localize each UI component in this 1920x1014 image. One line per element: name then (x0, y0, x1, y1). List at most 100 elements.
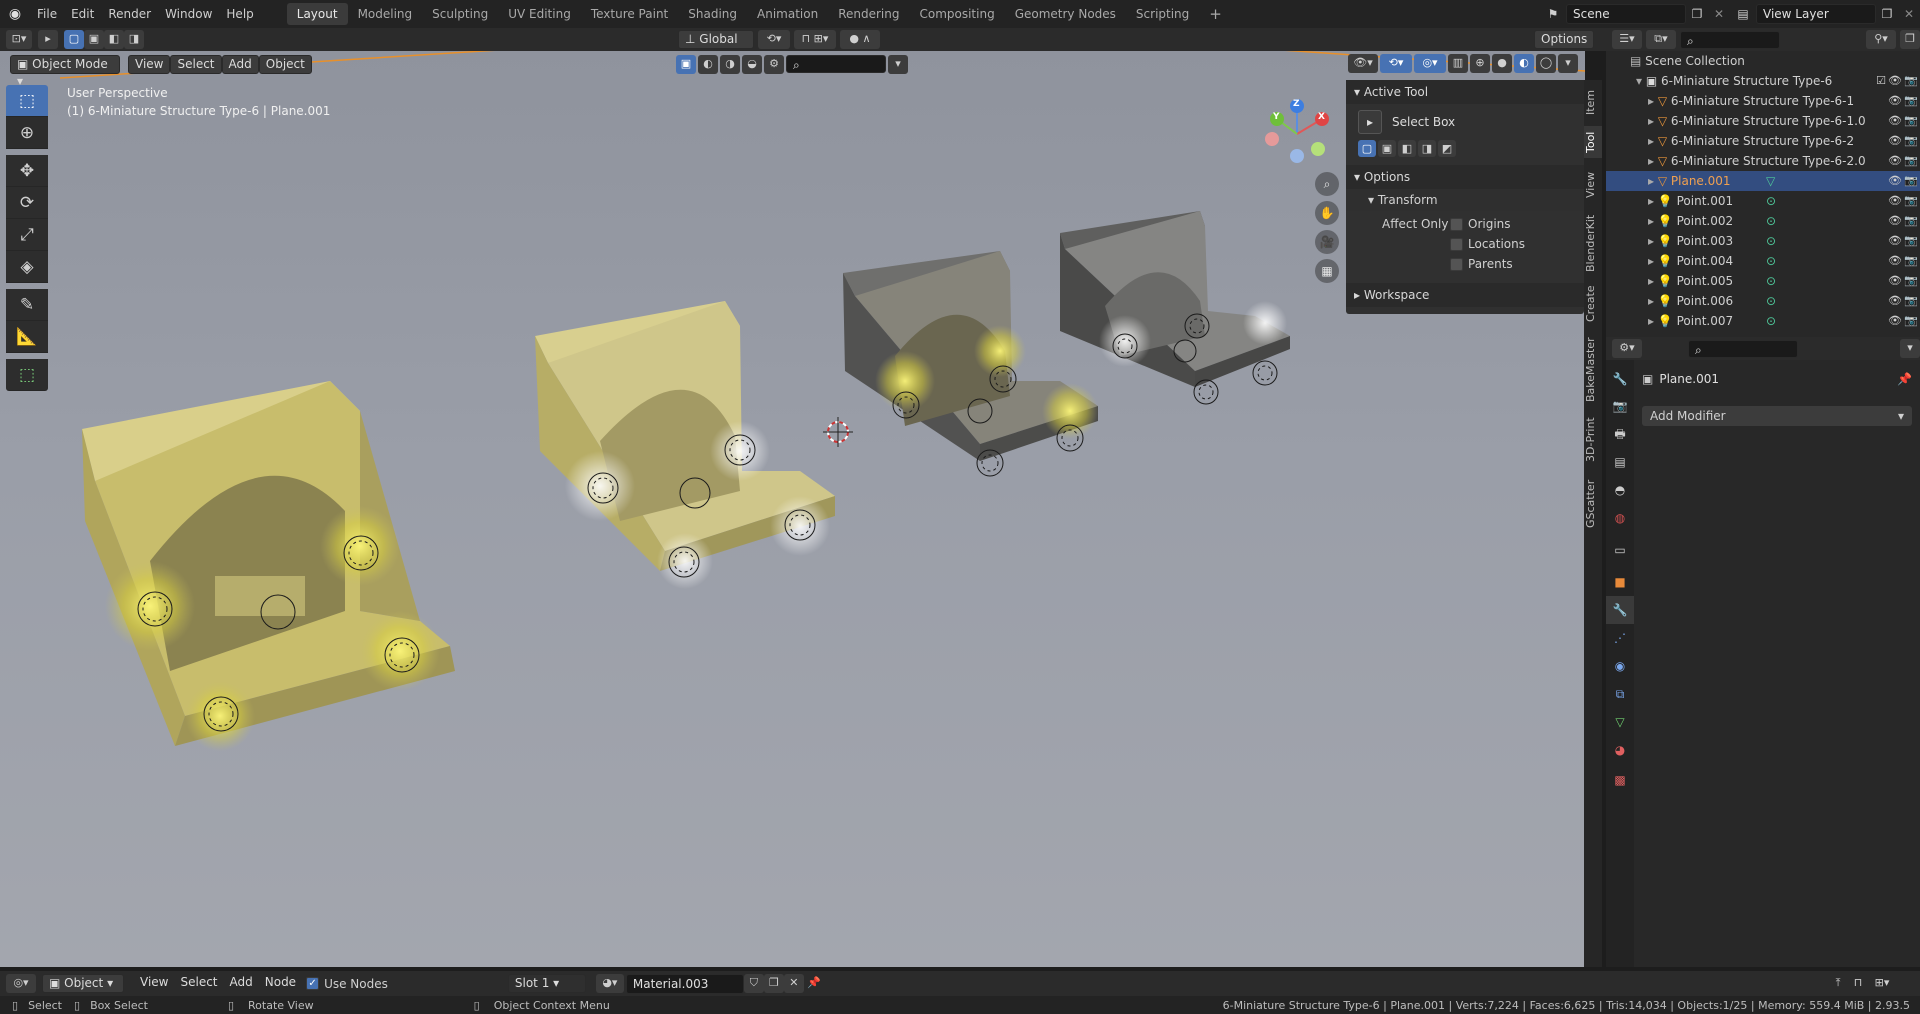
new-collection-icon[interactable]: ❐ (1900, 30, 1920, 49)
blender-logo-icon[interactable]: ◉ (0, 6, 30, 22)
properties-options-icon[interactable]: ▾ (1900, 339, 1920, 358)
light-data-icon[interactable]: ⊙ (1766, 291, 1776, 311)
measure-tool[interactable]: 📐 (6, 321, 48, 353)
delete-scene-icon[interactable]: ✕ (1708, 7, 1730, 21)
locations-checkbox-box[interactable] (1450, 238, 1463, 251)
collection-row[interactable]: ▾ ▣ 6-Miniature Structure Type-6 ☑ 👁 📷 (1606, 71, 1920, 91)
material-shading-icon[interactable]: ◐ (1514, 54, 1534, 73)
use-nodes-checkbox-box[interactable]: ✓ (306, 977, 320, 990)
tab-modeling[interactable]: Modeling (348, 3, 423, 25)
select-mode-new-icon[interactable]: ▢ (64, 30, 84, 49)
visibility-eye-icon[interactable]: 👁 (1888, 191, 1902, 211)
menu-help[interactable]: Help (219, 0, 260, 28)
render-camera-icon[interactable]: 📷 (1904, 211, 1918, 231)
shader-pin-icon[interactable]: 📌 (804, 974, 824, 993)
camera-view-icon[interactable]: 🎥 (1315, 230, 1339, 254)
gizmo-toggle-icon[interactable]: ⟲▾ (1380, 54, 1412, 73)
node-snap-icon[interactable]: ⊓ (1848, 974, 1868, 993)
exclude-checkbox-icon[interactable]: ☑ (1876, 71, 1886, 91)
material-tab-icon[interactable]: ◕ (1606, 736, 1634, 764)
render-camera-icon[interactable]: 📷 (1904, 171, 1918, 191)
outliner-item[interactable]: ▸ 💡 Point.003 ⊙ 👁 📷 (1606, 231, 1920, 251)
unlink-material-icon[interactable]: ✕ (783, 974, 804, 993)
origins-checkbox[interactable]: Origins (1450, 217, 1511, 231)
world-toggle-icon[interactable]: ◒ (742, 54, 762, 74)
pan-hand-icon[interactable]: ✋ (1315, 201, 1339, 225)
light-data-icon[interactable]: ⊙ (1766, 211, 1776, 231)
render-camera-icon[interactable]: 📷 (1904, 311, 1918, 331)
outliner-item[interactable]: ▸ 💡 Point.007 ⊙ 👁 📷 (1606, 311, 1920, 331)
rotate-tool[interactable]: ⟳ (6, 187, 48, 219)
outliner-item[interactable]: ▸ ▽ Plane.001 ▽ 👁 📷 (1606, 171, 1920, 191)
render-camera-icon[interactable]: 📷 (1904, 291, 1918, 311)
cursor-tool[interactable]: ⊕ (6, 117, 48, 149)
snap-icon[interactable]: ⊓ ⊞▾ (794, 30, 836, 49)
node-snap-options-icon[interactable]: ⊞▾ (1868, 974, 1896, 993)
tab-item[interactable]: Item (1584, 86, 1602, 118)
outliner-item[interactable]: ▸ 💡 Point.005 ⊙ 👁 📷 (1606, 271, 1920, 291)
pin-icon[interactable]: 📌 (1897, 372, 1912, 386)
expand-arrow-icon[interactable]: ▸ (1648, 254, 1658, 268)
particles-tab-icon[interactable]: ⋰ (1606, 624, 1634, 652)
render-camera-icon[interactable]: 📷 (1904, 151, 1918, 171)
visibility-eye-icon[interactable]: 👁 (1888, 271, 1902, 291)
rendered-shading-icon[interactable]: ◯ (1536, 54, 1556, 73)
options-header[interactable]: ▾ Options (1346, 165, 1584, 189)
select-box-tool[interactable]: ⬚ (6, 85, 48, 117)
expand-arrow-icon[interactable]: ▸ (1648, 154, 1658, 168)
light-data-icon[interactable]: ⊙ (1766, 311, 1776, 331)
tab-rendering[interactable]: Rendering (828, 3, 909, 25)
tab-shading[interactable]: Shading (678, 3, 747, 25)
shader-add-menu[interactable]: Add (224, 974, 259, 993)
select-mode-intersect-icon[interactable]: ◨ (124, 30, 144, 49)
view-layer-field[interactable]: View Layer (1756, 4, 1876, 24)
outliner-item[interactable]: ▸ 💡 Point.004 ⊙ 👁 📷 (1606, 251, 1920, 271)
overlay-toggle-icon[interactable]: ◎▾ (1414, 54, 1446, 73)
visibility-eye-icon[interactable]: 👁 (1888, 131, 1902, 151)
menu-window[interactable]: Window (158, 0, 219, 28)
physics-tab-icon[interactable]: ◉ (1606, 652, 1634, 680)
add-modifier-dropdown[interactable]: Add Modifier ▾ (1642, 406, 1912, 426)
view-menu[interactable]: View (128, 54, 171, 74)
outliner-item[interactable]: ▸ ▽ 6-Miniature Structure Type-6-2.0 👁 📷 (1606, 151, 1920, 171)
object-menu[interactable]: Object (258, 54, 312, 74)
mode-subtract-icon[interactable]: ◧ (1398, 140, 1416, 157)
navigation-gizmo[interactable]: Z X Y (1262, 94, 1332, 164)
render-camera-icon[interactable]: 📷 (1904, 271, 1918, 291)
tab-compositing[interactable]: Compositing (909, 3, 1004, 25)
visibility-eye-icon[interactable]: 👁 (1888, 311, 1902, 331)
expand-arrow-icon[interactable]: ▸ (1648, 94, 1658, 108)
tab-gscatter[interactable]: GScatter (1584, 476, 1602, 532)
scene-tab-icon[interactable]: ◓ (1606, 476, 1634, 504)
select-box-tool-icon[interactable]: ▸ (1358, 110, 1382, 134)
render-camera-icon[interactable]: 📷 (1904, 251, 1918, 271)
active-tool-header[interactable]: ▾ Active Tool (1346, 80, 1584, 104)
render-toggle-icon[interactable]: ◑ (720, 54, 740, 74)
outliner-item[interactable]: ▸ ▽ 6-Miniature Structure Type-6-1 👁 📷 (1606, 91, 1920, 111)
transform-subheader[interactable]: ▾ Transform (1346, 189, 1584, 211)
options-button[interactable]: Options (1534, 30, 1595, 49)
add-cube-tool[interactable]: ⬚ (6, 359, 48, 391)
slot-dropdown[interactable]: Slot 1 ▾ (507, 974, 586, 993)
outliner-editor-type-icon[interactable]: ☰▾ (1612, 30, 1642, 49)
shader-view-menu[interactable]: View (134, 974, 174, 993)
filter-icon[interactable]: ⚲▾ (1866, 30, 1896, 49)
output-tab-icon[interactable]: 🖶 (1606, 420, 1634, 448)
add-workspace-button[interactable]: + (1199, 3, 1232, 25)
light-data-icon[interactable]: ⊙ (1766, 191, 1776, 211)
ortho-grid-icon[interactable]: ▦ (1315, 259, 1339, 283)
mode-intersect-icon[interactable]: ◩ (1438, 140, 1456, 157)
constraints-tab-icon[interactable]: ⧉ (1606, 680, 1634, 708)
visibility-eye-icon[interactable]: 👁 (1888, 211, 1902, 231)
menu-file[interactable]: File (30, 0, 64, 28)
visibility-icon[interactable]: 👁▾ (1348, 54, 1378, 73)
view-layer-icon[interactable]: ▤ (1730, 7, 1756, 21)
duplicate-material-icon[interactable]: ❐ (763, 974, 784, 993)
render-camera-icon[interactable]: 📷 (1904, 111, 1918, 131)
material-browse-icon[interactable]: ◕▾ (595, 974, 624, 993)
xray-toggle-icon[interactable]: ▥ (1448, 54, 1468, 73)
workspace-header[interactable]: ▸ Workspace (1346, 283, 1584, 307)
light-data-icon[interactable]: ⊙ (1766, 231, 1776, 251)
expand-arrow-icon[interactable]: ▸ (1648, 134, 1658, 148)
neg-x-axis-icon[interactable] (1265, 132, 1279, 146)
